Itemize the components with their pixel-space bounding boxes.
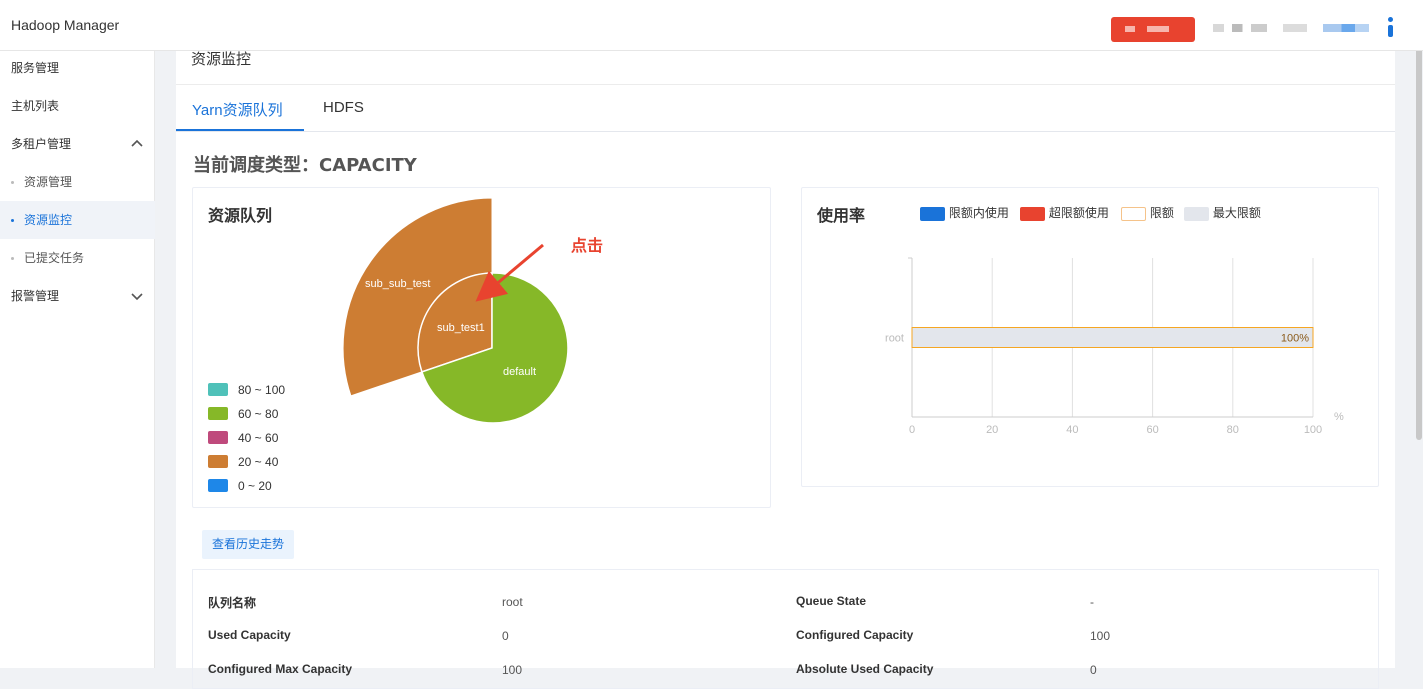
sidebar-item-host-list[interactable]: 主机列表 xyxy=(0,87,155,125)
detail-label: Configured Capacity xyxy=(796,628,914,642)
x-unit-label: % xyxy=(1334,411,1344,423)
bullet-dot-icon xyxy=(11,181,14,184)
sunburst-label-sub-sub-test: sub_sub_test xyxy=(365,278,430,290)
chevron-up-icon[interactable] xyxy=(131,138,143,150)
active-tab-indicator xyxy=(176,129,304,131)
content-panel: Yarn资源队列 HDFS 当前调度类型：CAPACITY 资源队列 sub_s… xyxy=(176,85,1395,689)
usage-card: 使用率 限额内使用 超限额使用 限额 最大限额 0 20 40 60 80 100% roo… xyxy=(801,187,1379,487)
detail-label: Configured Max Capacity xyxy=(208,662,353,676)
sidebar-item-label: 已提交任务 xyxy=(24,251,85,265)
x-tick-label: 40 xyxy=(1066,424,1078,436)
annotation-click-text: 点击 xyxy=(571,236,603,255)
legend-label: 20 ~ 40 xyxy=(238,455,279,469)
detail-label: 队列名称 xyxy=(208,596,257,610)
sidebar-item-label: 服务管理 xyxy=(11,61,60,75)
sidebar-item-resource-monitor[interactable]: 资源监控 xyxy=(0,201,155,239)
legend-label: 0 ~ 20 xyxy=(238,479,272,493)
x-tick-label: 60 xyxy=(1146,424,1158,436)
sidebar-item-label: 资源监控 xyxy=(24,213,73,227)
page-scrollbar[interactable] xyxy=(1416,20,1422,440)
usage-bar xyxy=(911,327,1314,348)
sunburst-label-default: default xyxy=(503,366,536,378)
sidebar-item-label: 报警管理 xyxy=(11,289,60,303)
view-history-button[interactable]: 查看历史走势 xyxy=(202,530,294,559)
page-title: 资源监控 xyxy=(191,50,252,68)
user-icon[interactable] xyxy=(1387,17,1394,39)
sidebar-item-service-management[interactable]: 服务管理 xyxy=(0,49,155,87)
sidebar-item-label: 多租户管理 xyxy=(11,137,72,151)
x-tick-label: 80 xyxy=(1227,424,1239,436)
detail-label: Used Capacity xyxy=(208,628,291,642)
detail-value: 0 xyxy=(502,629,509,643)
bullet-dot-icon xyxy=(11,257,14,260)
redacted-user-name[interactable] xyxy=(1323,24,1369,32)
chevron-down-icon[interactable] xyxy=(131,290,143,302)
detail-value: root xyxy=(502,595,523,609)
legend-swatch xyxy=(208,479,228,492)
x-tick-label: 0 xyxy=(909,424,915,436)
sidebar-item-alarm-management[interactable]: 报警管理 xyxy=(0,277,155,315)
legend-swatch xyxy=(208,431,228,444)
redacted-user-info[interactable] xyxy=(1213,24,1267,32)
scheduler-type: 当前调度类型：CAPACITY xyxy=(193,155,417,176)
detail-value: 0 xyxy=(1090,663,1097,677)
legend-swatch xyxy=(208,407,228,420)
sidebar-item-resource-management[interactable]: 资源管理 xyxy=(0,163,155,201)
detail-label: Absolute Used Capacity xyxy=(796,662,934,676)
tab-yarn-queue[interactable]: Yarn资源队列 xyxy=(192,99,283,120)
legend-swatch xyxy=(208,455,228,468)
detail-value: 100 xyxy=(1090,629,1111,643)
app-title[interactable]: Hadoop Manager xyxy=(11,17,119,33)
resource-queue-card: 资源队列 sub_sub_test sub_test1 default 点击 8… xyxy=(192,187,771,508)
queue-details-panel: 队列名称 root Queue State - Used Capacity 0 … xyxy=(192,569,1379,689)
x-tick-label: 20 xyxy=(986,424,998,436)
sidebar-item-multi-tenant[interactable]: 多租户管理 xyxy=(0,125,155,163)
sidebar-item-submitted-tasks[interactable]: 已提交任务 xyxy=(0,239,155,277)
detail-label: Queue State xyxy=(796,594,867,608)
top-bar: Hadoop Manager xyxy=(0,0,1423,51)
queue-sunburst-chart: sub_sub_test sub_test1 default 点击 xyxy=(342,197,603,424)
sidebar-item-label: 资源管理 xyxy=(24,175,73,189)
sidebar: 服务管理 主机列表 多租户管理 资源管理 资源监控 已提交任务 报警管理 xyxy=(0,51,155,668)
legend-swatch xyxy=(208,383,228,396)
sidebar-item-label: 主机列表 xyxy=(11,99,60,113)
usage-bar-chart: 0 20 40 60 80 100% root 100% xyxy=(885,257,1344,436)
legend-label: 40 ~ 60 xyxy=(238,431,279,445)
redacted-badge[interactable] xyxy=(1111,17,1195,42)
legend-label: 60 ~ 80 xyxy=(238,407,279,421)
tab-hdfs[interactable]: HDFS xyxy=(323,99,364,116)
sunburst-label-sub-test1: sub_test1 xyxy=(437,322,485,334)
bullet-dot-icon xyxy=(11,219,14,222)
legend-label: 80 ~ 100 xyxy=(238,383,286,397)
y-category-label: root xyxy=(885,333,904,345)
tab-bar: Yarn资源队列 HDFS xyxy=(176,85,1395,132)
redacted-user-info[interactable] xyxy=(1283,24,1307,32)
detail-value: 100 xyxy=(502,663,523,677)
x-tick-label: 100 xyxy=(1304,424,1322,436)
detail-value: - xyxy=(1090,595,1094,609)
bar-data-label: 100% xyxy=(1281,333,1309,345)
